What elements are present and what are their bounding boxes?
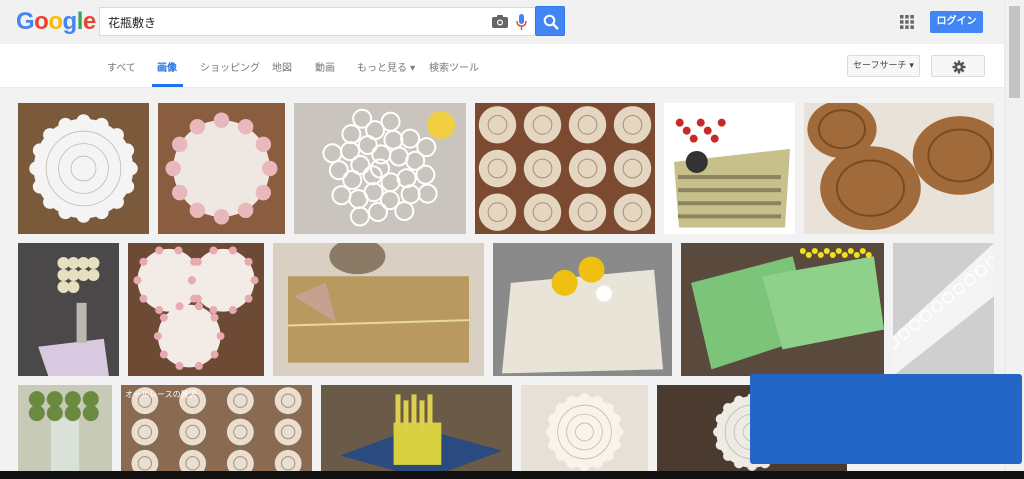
image-result[interactable] [273, 243, 484, 376]
logo-letter: e [82, 8, 96, 35]
image-result[interactable] [321, 385, 512, 479]
login-button[interactable]: ログイン [930, 11, 983, 33]
settings-button[interactable] [931, 55, 985, 77]
tab-bar: すべて 画像 ショッピング 地図 動画 もっと見る ▾ 検索ツール セーフサーチ… [0, 44, 1004, 88]
thumbnail-image [273, 243, 484, 376]
logo-letter: G [16, 8, 35, 35]
image-result[interactable] [664, 103, 795, 234]
microphone-icon[interactable] [516, 14, 527, 30]
camera-icon[interactable] [492, 15, 508, 28]
tab-all[interactable]: すべて [107, 59, 136, 74]
tab-images[interactable]: 画像 [157, 59, 177, 74]
thumbnail-image [294, 103, 466, 234]
logo-letter: o [34, 8, 49, 35]
thumbnail-image [128, 243, 264, 376]
google-logo[interactable]: Google [16, 8, 96, 36]
tab-shopping[interactable]: ショッピング [200, 59, 260, 74]
tab-videos[interactable]: 動画 [315, 59, 335, 74]
image-result[interactable] [681, 243, 884, 376]
tab-search-tools[interactable]: 検索ツール [429, 59, 479, 74]
apps-grid-icon[interactable] [900, 15, 914, 29]
thumbnail-image [681, 243, 884, 376]
safesearch-dropdown[interactable]: セーフサーチ ▾ [847, 55, 920, 77]
thumbnail-image [521, 385, 648, 479]
search-input[interactable] [108, 13, 478, 31]
thumbnail-image [475, 103, 655, 234]
image-result[interactable] [521, 385, 648, 479]
logo-letter: g [62, 8, 78, 35]
thumbnail-image [18, 243, 119, 376]
thumbnail-image [18, 103, 149, 234]
thumbnail-image [158, 103, 285, 234]
image-result[interactable]: オールレースの贅沢 [121, 385, 312, 479]
tab-more[interactable]: もっと見る ▾ [357, 59, 415, 74]
image-result[interactable] [18, 243, 119, 376]
logo-letter: o [48, 8, 63, 35]
thumbnail-image [664, 103, 795, 234]
gear-icon [952, 60, 966, 74]
thumbnail-image [493, 243, 672, 376]
thumbnail-image [18, 385, 112, 479]
scrollbar-thumb[interactable] [1009, 6, 1020, 98]
image-result[interactable] [18, 103, 149, 234]
image-result[interactable] [128, 243, 264, 376]
image-caption: オールレースの贅沢 [125, 389, 197, 399]
image-result[interactable] [294, 103, 466, 234]
image-result[interactable] [18, 385, 112, 479]
search-box[interactable] [99, 7, 535, 36]
search-icon [543, 14, 559, 30]
thumbnail-image: オールレースの贅沢 [121, 385, 312, 479]
image-result[interactable] [804, 103, 994, 234]
thumbnail-image [804, 103, 994, 234]
image-result[interactable] [158, 103, 285, 234]
thumbnail-image [893, 243, 994, 376]
search-button[interactable] [535, 6, 565, 36]
top-bar: Google ログイン [0, 0, 1024, 44]
image-result[interactable] [893, 243, 994, 376]
thumbnail-image [321, 385, 512, 479]
tab-maps[interactable]: 地図 [272, 59, 292, 74]
overlay-panel [750, 374, 1022, 464]
taskbar [0, 471, 1024, 479]
image-result[interactable] [475, 103, 655, 234]
active-tab-indicator [152, 84, 183, 87]
image-result[interactable] [493, 243, 672, 376]
